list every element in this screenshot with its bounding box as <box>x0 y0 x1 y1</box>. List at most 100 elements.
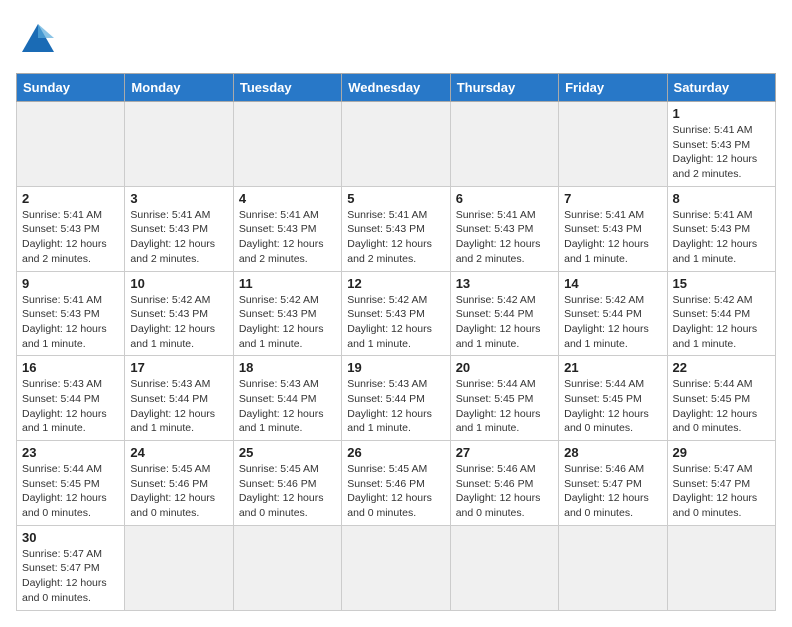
calendar-day-cell: 25 Sunrise: 5:45 AM Sunset: 5:46 PM Dayli… <box>233 441 341 526</box>
day-info: Sunrise: 5:42 AM Sunset: 5:43 PM Dayligh… <box>347 293 444 352</box>
calendar-day-cell: 2 Sunrise: 5:41 AM Sunset: 5:43 PM Daylig… <box>17 186 125 271</box>
day-number: 29 <box>673 445 770 460</box>
day-number: 30 <box>22 530 119 545</box>
calendar-day-cell: 16Sunrise: 5:43 AM Sunset: 5:44 PM Dayli… <box>17 356 125 441</box>
calendar-day-cell: 30 Sunrise: 5:47 AM Sunset: 5:47 PM Dayli… <box>17 525 125 610</box>
calendar-day-cell: 8 Sunrise: 5:41 AM Sunset: 5:43 PM Daylig… <box>667 186 775 271</box>
calendar-day-cell: 14 Sunrise: 5:42 AM Sunset: 5:44 PM Dayli… <box>559 271 667 356</box>
calendar-day-cell: 6Sunrise: 5:41 AM Sunset: 5:43 PM Daylig… <box>450 186 558 271</box>
calendar-day-cell <box>233 525 341 610</box>
day-info: Sunrise: 5:43 AM Sunset: 5:44 PM Dayligh… <box>239 377 336 436</box>
calendar-day-cell: 18 Sunrise: 5:43 AM Sunset: 5:44 PM Dayli… <box>233 356 341 441</box>
calendar-day-cell: 23 Sunrise: 5:44 AM Sunset: 5:45 PM Dayli… <box>17 441 125 526</box>
day-info: Sunrise: 5:46 AM Sunset: 5:47 PM Dayligh… <box>564 462 661 521</box>
calendar-day-cell <box>559 525 667 610</box>
calendar-day-cell: 5 Sunrise: 5:41 AM Sunset: 5:43 PM Daylig… <box>342 186 450 271</box>
day-number: 16 <box>22 360 119 375</box>
day-number: 6 <box>456 191 553 206</box>
calendar-day-cell <box>450 525 558 610</box>
calendar-day-cell: 11 Sunrise: 5:42 AM Sunset: 5:43 PM Dayli… <box>233 271 341 356</box>
day-number: 12 <box>347 276 444 291</box>
calendar-day-cell <box>17 102 125 187</box>
day-number: 13 <box>456 276 553 291</box>
day-number: 14 <box>564 276 661 291</box>
calendar-header-row: SundayMondayTuesdayWednesdayThursdayFrid… <box>17 74 776 102</box>
day-info: Sunrise: 5:41 AM Sunset: 5:43 PM Dayligh… <box>673 123 770 182</box>
calendar-day-cell: 29Sunrise: 5:47 AM Sunset: 5:47 PM Dayli… <box>667 441 775 526</box>
day-info: Sunrise: 5:42 AM Sunset: 5:43 PM Dayligh… <box>130 293 227 352</box>
column-header-friday: Friday <box>559 74 667 102</box>
day-info: Sunrise: 5:44 AM Sunset: 5:45 PM Dayligh… <box>673 377 770 436</box>
day-info: Sunrise: 5:41 AM Sunset: 5:43 PM Dayligh… <box>673 208 770 267</box>
day-number: 17 <box>130 360 227 375</box>
day-info: Sunrise: 5:41 AM Sunset: 5:43 PM Dayligh… <box>239 208 336 267</box>
logo <box>16 16 56 61</box>
calendar-day-cell: 21 Sunrise: 5:44 AM Sunset: 5:45 PM Dayli… <box>559 356 667 441</box>
day-number: 5 <box>347 191 444 206</box>
day-info: Sunrise: 5:41 AM Sunset: 5:43 PM Dayligh… <box>22 208 119 267</box>
calendar-day-cell: 13Sunrise: 5:42 AM Sunset: 5:44 PM Dayli… <box>450 271 558 356</box>
calendar-day-cell: 15Sunrise: 5:42 AM Sunset: 5:44 PM Dayli… <box>667 271 775 356</box>
calendar-day-cell: 27 Sunrise: 5:46 AM Sunset: 5:46 PM Dayli… <box>450 441 558 526</box>
day-info: Sunrise: 5:45 AM Sunset: 5:46 PM Dayligh… <box>239 462 336 521</box>
calendar-day-cell <box>342 525 450 610</box>
day-number: 19 <box>347 360 444 375</box>
calendar-day-cell: 12 Sunrise: 5:42 AM Sunset: 5:43 PM Dayli… <box>342 271 450 356</box>
column-header-monday: Monday <box>125 74 233 102</box>
calendar-week-row: 9 Sunrise: 5:41 AM Sunset: 5:43 PM Daylig… <box>17 271 776 356</box>
day-number: 10 <box>130 276 227 291</box>
day-number: 21 <box>564 360 661 375</box>
day-number: 23 <box>22 445 119 460</box>
day-info: Sunrise: 5:46 AM Sunset: 5:46 PM Dayligh… <box>456 462 553 521</box>
calendar-day-cell <box>667 525 775 610</box>
day-number: 27 <box>456 445 553 460</box>
day-info: Sunrise: 5:41 AM Sunset: 5:43 PM Dayligh… <box>564 208 661 267</box>
day-number: 7 <box>564 191 661 206</box>
day-info: Sunrise: 5:42 AM Sunset: 5:44 PM Dayligh… <box>673 293 770 352</box>
day-number: 8 <box>673 191 770 206</box>
calendar-day-cell <box>125 525 233 610</box>
day-number: 28 <box>564 445 661 460</box>
calendar-day-cell: 20Sunrise: 5:44 AM Sunset: 5:45 PM Dayli… <box>450 356 558 441</box>
day-number: 24 <box>130 445 227 460</box>
calendar-day-cell <box>125 102 233 187</box>
day-number: 9 <box>22 276 119 291</box>
page-header <box>16 16 776 61</box>
day-info: Sunrise: 5:42 AM Sunset: 5:43 PM Dayligh… <box>239 293 336 352</box>
day-info: Sunrise: 5:44 AM Sunset: 5:45 PM Dayligh… <box>456 377 553 436</box>
day-number: 1 <box>673 106 770 121</box>
day-info: Sunrise: 5:42 AM Sunset: 5:44 PM Dayligh… <box>564 293 661 352</box>
calendar-day-cell <box>450 102 558 187</box>
logo-icon <box>20 20 56 56</box>
calendar-table: SundayMondayTuesdayWednesdayThursdayFrid… <box>16 73 776 611</box>
calendar-week-row: 2 Sunrise: 5:41 AM Sunset: 5:43 PM Daylig… <box>17 186 776 271</box>
day-number: 18 <box>239 360 336 375</box>
calendar-day-cell: 19 Sunrise: 5:43 AM Sunset: 5:44 PM Dayli… <box>342 356 450 441</box>
day-info: Sunrise: 5:41 AM Sunset: 5:43 PM Dayligh… <box>347 208 444 267</box>
day-info: Sunrise: 5:44 AM Sunset: 5:45 PM Dayligh… <box>564 377 661 436</box>
day-info: Sunrise: 5:43 AM Sunset: 5:44 PM Dayligh… <box>347 377 444 436</box>
calendar-day-cell: 26Sunrise: 5:45 AM Sunset: 5:46 PM Dayli… <box>342 441 450 526</box>
calendar-week-row: 30 Sunrise: 5:47 AM Sunset: 5:47 PM Dayli… <box>17 525 776 610</box>
calendar-day-cell: 17Sunrise: 5:43 AM Sunset: 5:44 PM Dayli… <box>125 356 233 441</box>
calendar-day-cell: 28 Sunrise: 5:46 AM Sunset: 5:47 PM Dayli… <box>559 441 667 526</box>
calendar-day-cell: 24Sunrise: 5:45 AM Sunset: 5:46 PM Dayli… <box>125 441 233 526</box>
day-number: 25 <box>239 445 336 460</box>
day-info: Sunrise: 5:44 AM Sunset: 5:45 PM Dayligh… <box>22 462 119 521</box>
calendar-week-row: 16 Sunrise: 5:43 AM Sunset: 5:44 PM Dayli… <box>17 356 776 441</box>
day-number: 11 <box>239 276 336 291</box>
day-info: Sunrise: 5:47 AM Sunset: 5:47 PM Dayligh… <box>22 547 119 606</box>
column-header-saturday: Saturday <box>667 74 775 102</box>
calendar-day-cell: 22 Sunrise: 5:44 AM Sunset: 5:45 PM Dayli… <box>667 356 775 441</box>
day-number: 26 <box>347 445 444 460</box>
column-header-sunday: Sunday <box>17 74 125 102</box>
day-number: 3 <box>130 191 227 206</box>
day-number: 2 <box>22 191 119 206</box>
day-number: 22 <box>673 360 770 375</box>
calendar-day-cell: 1 Sunrise: 5:41 AM Sunset: 5:43 PM Daylig… <box>667 102 775 187</box>
day-info: Sunrise: 5:41 AM Sunset: 5:43 PM Dayligh… <box>130 208 227 267</box>
calendar-week-row: 23 Sunrise: 5:44 AM Sunset: 5:45 PM Dayli… <box>17 441 776 526</box>
calendar-day-cell <box>559 102 667 187</box>
day-info: Sunrise: 5:41 AM Sunset: 5:43 PM Dayligh… <box>22 293 119 352</box>
calendar-week-row: 1 Sunrise: 5:41 AM Sunset: 5:43 PM Daylig… <box>17 102 776 187</box>
